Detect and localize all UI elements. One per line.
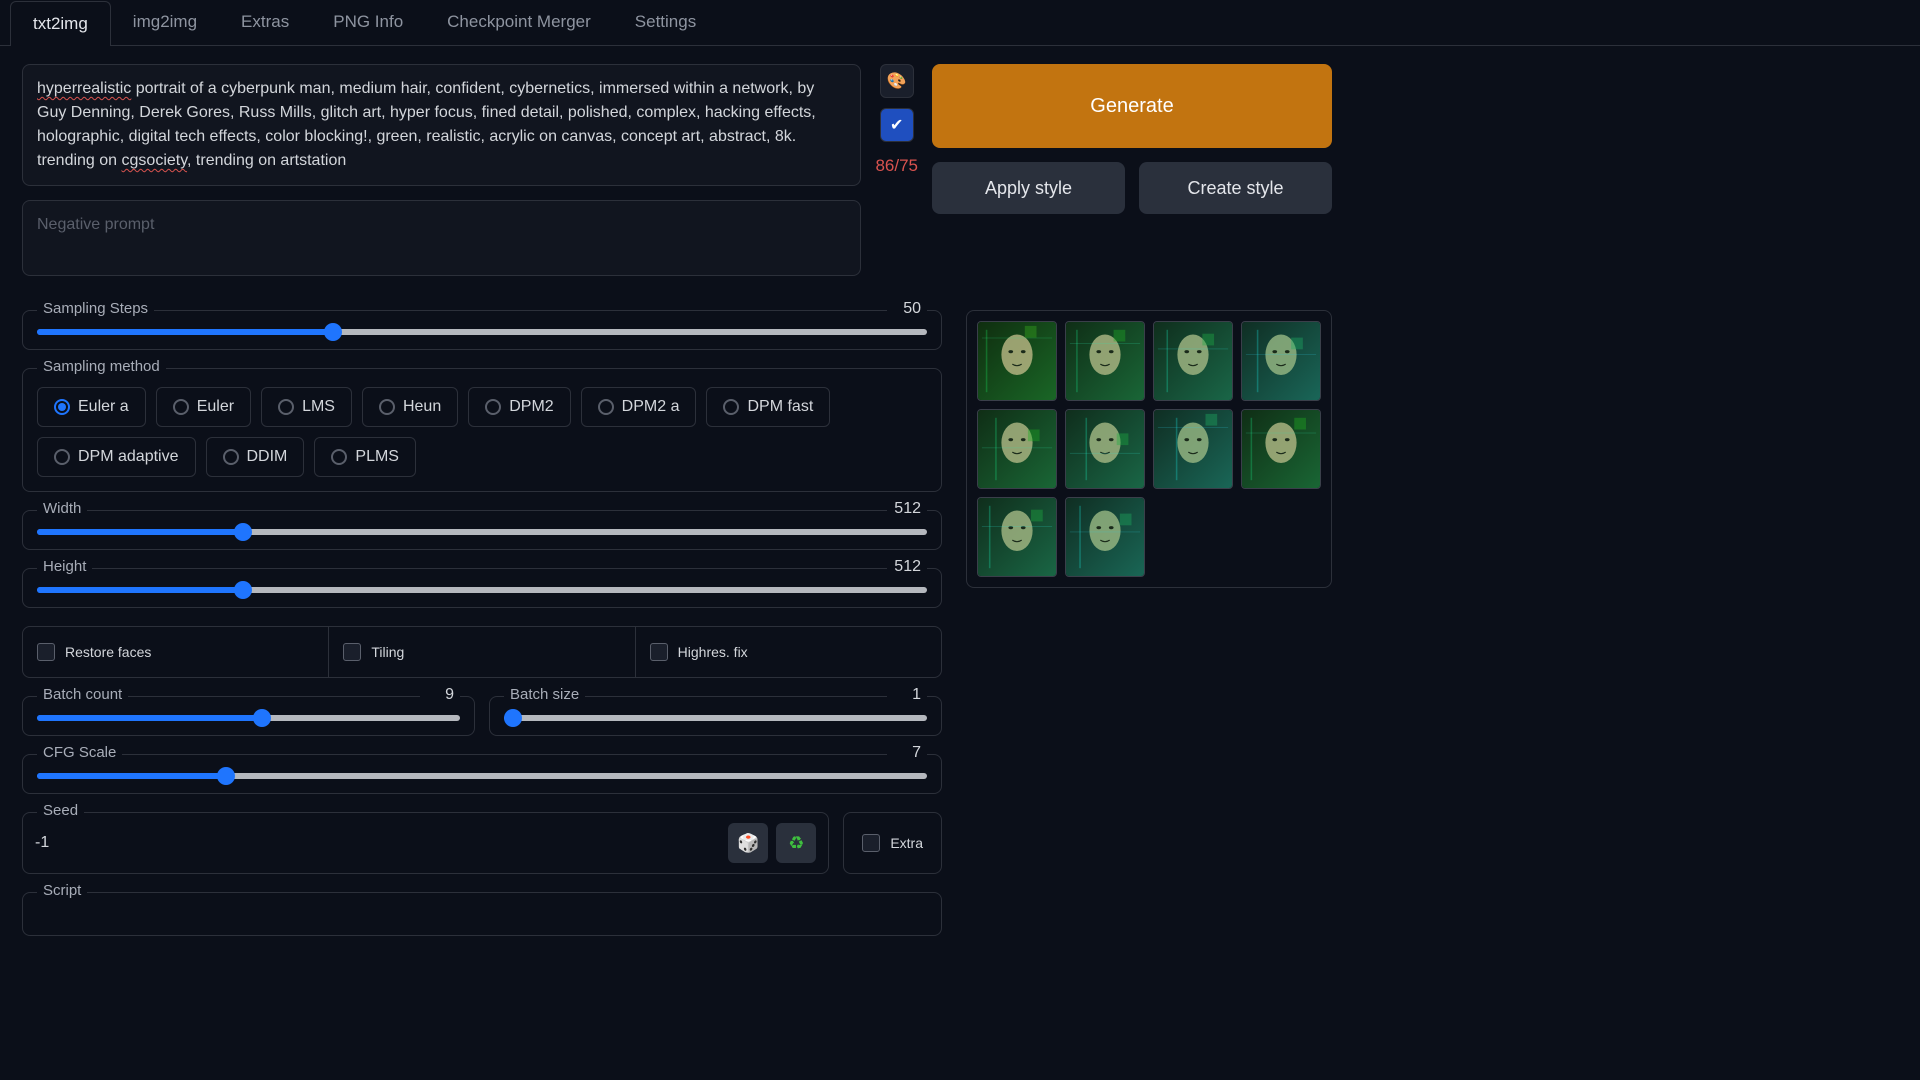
cfg-scale-value: 7 xyxy=(887,744,927,762)
check-button[interactable]: ✔ xyxy=(880,108,914,142)
sampler-ddim[interactable]: DDIM xyxy=(206,437,305,477)
gallery-thumb[interactable] xyxy=(1065,409,1145,489)
batch-size-group: Batch size 1 xyxy=(489,696,942,736)
sampling-steps-label: Sampling Steps xyxy=(37,300,154,317)
height-group: Height 512 xyxy=(22,568,942,608)
seed-group: Seed 🎲 ♻ xyxy=(22,812,829,874)
highres-fix-checkbox[interactable] xyxy=(650,643,668,661)
tab-txt2img[interactable]: txt2img xyxy=(10,1,111,46)
create-style-button[interactable]: Create style xyxy=(1139,162,1332,214)
width-value: 512 xyxy=(887,500,927,518)
sampler-dpm2-a[interactable]: DPM2 a xyxy=(581,387,697,427)
sampler-lms[interactable]: LMS xyxy=(261,387,352,427)
batch-size-slider[interactable] xyxy=(504,715,927,721)
sampling-steps-group: Sampling Steps 50 xyxy=(22,310,942,350)
batch-count-value: 9 xyxy=(420,686,460,704)
radio-icon xyxy=(223,449,239,465)
gallery-thumb[interactable] xyxy=(977,497,1057,577)
seed-extra-option[interactable]: Extra xyxy=(843,812,942,874)
batch-size-value: 1 xyxy=(887,686,927,704)
sampling-method-group: Sampling method Euler aEulerLMSHeunDPM2D… xyxy=(22,368,942,492)
width-label: Width xyxy=(37,500,87,517)
palette-button[interactable]: 🎨 xyxy=(880,64,914,98)
gallery-thumb[interactable] xyxy=(977,321,1057,401)
radio-icon xyxy=(54,449,70,465)
sampling-method-label: Sampling method xyxy=(37,358,166,375)
batch-count-label: Batch count xyxy=(37,686,128,703)
sampler-euler[interactable]: Euler xyxy=(156,387,251,427)
seed-extra-checkbox[interactable] xyxy=(862,834,880,852)
highres-fix-label: Highres. fix xyxy=(678,644,748,660)
gallery-thumb[interactable] xyxy=(1241,409,1321,489)
sampling-steps-slider[interactable] xyxy=(37,329,927,335)
tab-png-info[interactable]: PNG Info xyxy=(311,0,425,45)
gallery-thumb[interactable] xyxy=(1241,321,1321,401)
sampler-euler-a[interactable]: Euler a xyxy=(37,387,146,427)
negative-prompt-input[interactable] xyxy=(22,200,861,276)
output-gallery xyxy=(966,310,1332,588)
radio-icon xyxy=(723,399,739,415)
tiling-checkbox[interactable] xyxy=(343,643,361,661)
batch-count-group: Batch count 9 xyxy=(22,696,475,736)
restore-faces-checkbox[interactable] xyxy=(37,643,55,661)
width-slider[interactable] xyxy=(37,529,927,535)
prompt-input[interactable]: hyperrealistic portrait of a cyberpunk m… xyxy=(22,64,861,186)
script-group: Script xyxy=(22,892,942,936)
seed-label: Seed xyxy=(37,802,84,819)
sampler-plms[interactable]: PLMS xyxy=(314,437,416,477)
restore-faces-option[interactable]: Restore faces xyxy=(22,626,329,678)
radio-icon xyxy=(331,449,347,465)
seed-input[interactable] xyxy=(35,834,720,852)
batch-size-label: Batch size xyxy=(504,686,585,703)
options-row: Restore faces Tiling Highres. fix xyxy=(22,626,942,678)
restore-faces-label: Restore faces xyxy=(65,644,151,660)
sampler-heun[interactable]: Heun xyxy=(362,387,458,427)
gallery-thumb[interactable] xyxy=(1065,321,1145,401)
gallery-thumb[interactable] xyxy=(977,409,1057,489)
tiling-option[interactable]: Tiling xyxy=(329,626,635,678)
radio-icon xyxy=(173,399,189,415)
tab-extras[interactable]: Extras xyxy=(219,0,311,45)
cfg-scale-slider[interactable] xyxy=(37,773,927,779)
gallery-thumb[interactable] xyxy=(1065,497,1145,577)
radio-icon xyxy=(598,399,614,415)
radio-icon xyxy=(54,399,70,415)
highres-fix-option[interactable]: Highres. fix xyxy=(636,626,942,678)
tab-settings[interactable]: Settings xyxy=(613,0,718,45)
token-counter: 86/75 xyxy=(875,156,918,176)
height-slider[interactable] xyxy=(37,587,927,593)
cfg-scale-group: CFG Scale 7 xyxy=(22,754,942,794)
script-label: Script xyxy=(37,882,87,899)
apply-style-button[interactable]: Apply style xyxy=(932,162,1125,214)
seed-extra-label: Extra xyxy=(890,835,923,851)
batch-count-slider[interactable] xyxy=(37,715,460,721)
gallery-thumb[interactable] xyxy=(1153,321,1233,401)
generate-button[interactable]: Generate xyxy=(932,64,1332,148)
height-label: Height xyxy=(37,558,92,575)
seed-random-button[interactable]: 🎲 xyxy=(728,823,768,863)
radio-icon xyxy=(485,399,501,415)
main-tabs: txt2imgimg2imgExtrasPNG InfoCheckpoint M… xyxy=(0,0,1920,46)
radio-icon xyxy=(278,399,294,415)
tiling-label: Tiling xyxy=(371,644,404,660)
tab-checkpoint-merger[interactable]: Checkpoint Merger xyxy=(425,0,613,45)
width-group: Width 512 xyxy=(22,510,942,550)
height-value: 512 xyxy=(887,558,927,576)
sampler-dpm-fast[interactable]: DPM fast xyxy=(706,387,830,427)
radio-icon xyxy=(379,399,395,415)
sampler-dpm2[interactable]: DPM2 xyxy=(468,387,570,427)
cfg-scale-label: CFG Scale xyxy=(37,744,122,761)
sampler-dpm-adaptive[interactable]: DPM adaptive xyxy=(37,437,196,477)
tab-img2img[interactable]: img2img xyxy=(111,0,219,45)
seed-recycle-button[interactable]: ♻ xyxy=(776,823,816,863)
gallery-thumb[interactable] xyxy=(1153,409,1233,489)
sampling-steps-value: 50 xyxy=(887,300,927,318)
